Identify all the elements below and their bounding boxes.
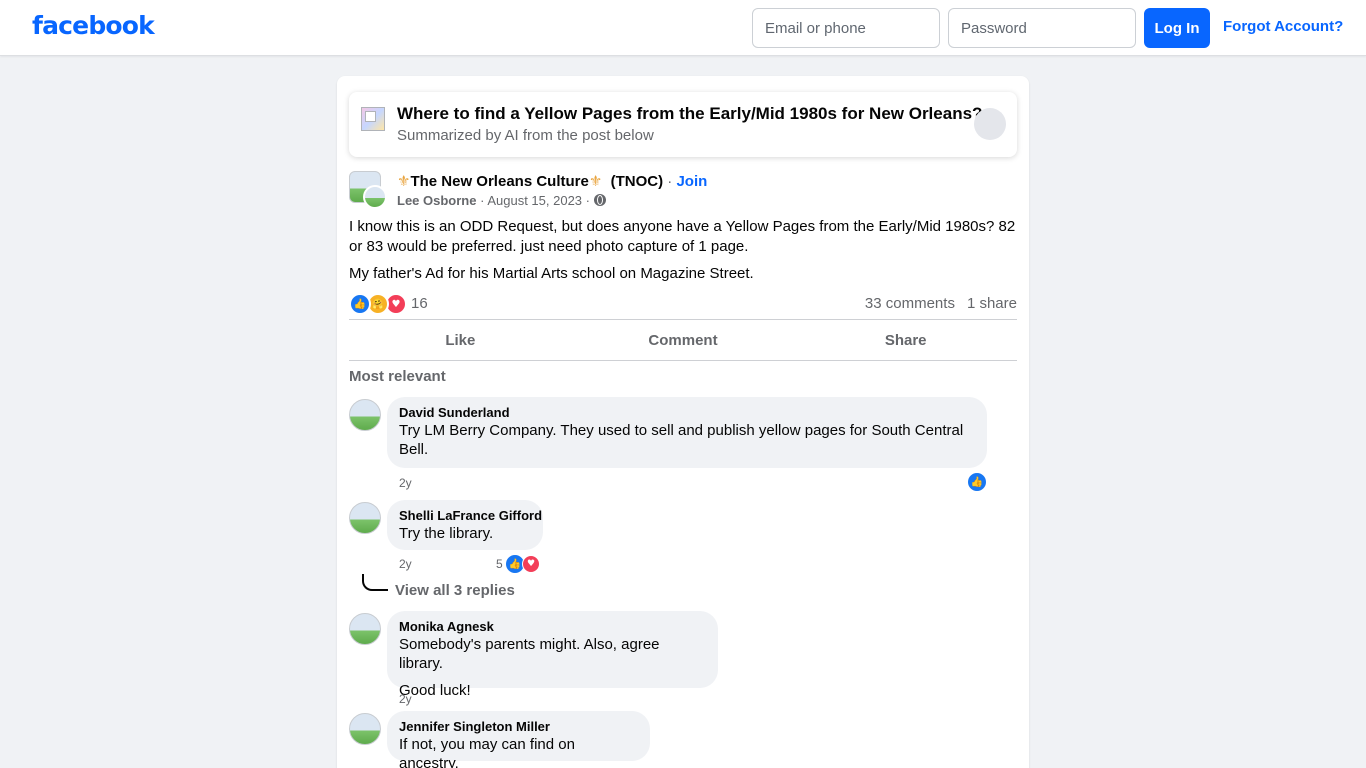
group-suffix[interactable]: (TNOC) <box>611 173 664 190</box>
forgot-account-link[interactable]: Forgot Account? <box>1223 18 1343 35</box>
commenter-name[interactable]: Shelli LaFrance Gifford <box>399 508 542 524</box>
post-meta: Lee Osborne · August 15, 2023 · <box>397 193 606 208</box>
love-reaction-icon[interactable]: ♥ <box>522 555 540 573</box>
summary-image-icon <box>361 107 385 131</box>
comments-count-link[interactable]: 33 comments <box>865 295 955 312</box>
comment-text: Somebody's parents might. Also, agree li… <box>399 636 660 672</box>
comment-bubble: Monika Agnesk Somebody's parents might. … <box>387 611 718 699</box>
comment-bubble: Shelli LaFrance Gifford Try the library. <box>387 500 543 550</box>
divider <box>349 360 1017 361</box>
comment-timestamp[interactable]: 2y <box>399 476 412 490</box>
view-replies-link[interactable]: View all 3 replies <box>395 582 515 599</box>
separator-dot: · <box>667 173 673 190</box>
commenter-name[interactable]: David Sunderland <box>399 405 975 421</box>
reaction-count: 16 <box>411 295 428 312</box>
login-button[interactable]: Log In <box>1144 8 1210 48</box>
commenter-name[interactable]: Monika Agnesk <box>399 619 706 635</box>
engagement-counts: 33 comments 1 share <box>865 295 1017 312</box>
summary-subtitle: Summarized by AI from the post below <box>397 127 654 144</box>
ai-summary-box[interactable]: Where to find a Yellow Pages from the Ea… <box>349 92 1017 157</box>
post-date-link[interactable]: August 15, 2023 <box>487 193 582 208</box>
comment-text: Try LM Berry Company. They used to sell … <box>399 422 964 458</box>
share-button[interactable]: Share <box>794 320 1017 360</box>
comment-text: Good luck! <box>399 682 471 699</box>
post-body-second: My father's Ad for his Martial Arts scho… <box>349 265 754 282</box>
comment-text: Try the library. <box>399 525 494 542</box>
password-field[interactable] <box>948 8 1136 48</box>
post-card: Where to find a Yellow Pages from the Ea… <box>337 76 1029 768</box>
commenter-name[interactable]: Jennifer Singleton Miller <box>399 719 638 735</box>
commenter-avatar[interactable] <box>349 613 381 645</box>
summary-title: Where to find a Yellow Pages from the Ea… <box>397 104 983 123</box>
join-link[interactable]: Join <box>676 173 707 190</box>
like-reaction-icon: 👍 <box>349 293 371 315</box>
comment-bubble: David Sunderland Try LM Berry Company. T… <box>387 397 987 468</box>
commenter-avatar[interactable] <box>349 713 381 745</box>
top-bar: facebook Log In Forgot Account? <box>0 0 1366 56</box>
comment-sort-dropdown[interactable]: Most relevant <box>349 368 446 385</box>
globe-icon <box>593 194 606 206</box>
post-body: I know this is an ODD Request, but does … <box>349 218 1016 255</box>
post-actions: Like Comment Share <box>349 320 1017 360</box>
comment-reaction-count[interactable]: 5 <box>496 557 503 571</box>
author-avatar[interactable] <box>363 185 387 209</box>
commenter-avatar[interactable] <box>349 399 381 431</box>
fleur-de-lis-icon: ⚜ <box>588 173 603 190</box>
group-name-link[interactable]: The New Orleans Culture <box>410 173 588 190</box>
group-avatar[interactable] <box>349 171 387 209</box>
separator-dot: · <box>480 193 485 208</box>
comment-timestamp[interactable]: 2y <box>399 692 412 706</box>
email-field[interactable] <box>752 8 940 48</box>
separator-dot: · <box>585 193 591 208</box>
like-reaction-icon[interactable]: 👍 <box>967 472 987 492</box>
like-button[interactable]: Like <box>349 320 572 360</box>
shares-count-link[interactable]: 1 share <box>967 295 1017 312</box>
post-group-line: ⚜The New Orleans Culture⚜ (TNOC) · Join <box>397 172 707 190</box>
summary-action-button[interactable] <box>974 108 1006 140</box>
commenter-avatar[interactable] <box>349 502 381 534</box>
comment-text: If not, you may can find on ancestry. <box>399 736 575 768</box>
comment-bubble: Jennifer Singleton Miller If not, you ma… <box>387 711 650 768</box>
comment-button[interactable]: Comment <box>572 320 795 360</box>
reply-connector-line <box>362 574 388 591</box>
facebook-logo[interactable]: facebook <box>32 11 155 40</box>
author-name-link[interactable]: Lee Osborne <box>397 193 476 208</box>
fleur-de-lis-icon: ⚜ <box>397 173 411 190</box>
comment-timestamp[interactable]: 2y <box>399 557 412 571</box>
